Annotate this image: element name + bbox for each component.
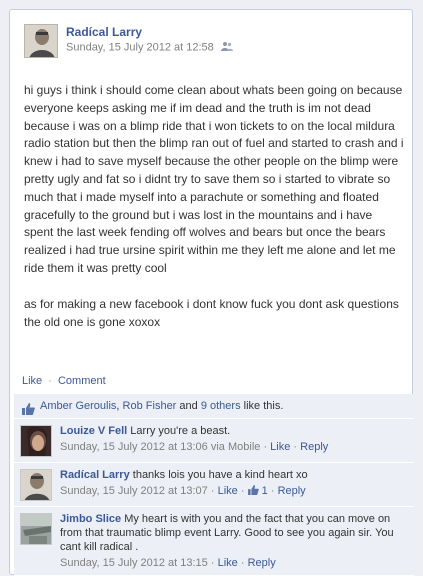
comment-like-count[interactable]: 1: [247, 485, 271, 497]
comment-meta: Sunday, 15 July 2012 at 13:15 · Like · R…: [60, 557, 408, 569]
post-paragraph: hi guys i think i should come clean abou…: [24, 83, 404, 275]
post-paragraph: as for making a new facebook i dont know…: [24, 296, 399, 329]
comment-meta: Sunday, 15 July 2012 at 13:07 · Like · 1…: [60, 485, 408, 497]
likes-suffix: like this.: [243, 400, 284, 412]
comment-item: Louize V Fell Larry you're a beast. Sund…: [14, 419, 414, 463]
liker-name[interactable]: Amber Geroulis: [40, 400, 116, 412]
separator: ·: [293, 441, 298, 453]
person-photo-icon: [21, 426, 51, 456]
separator: ·: [240, 557, 245, 569]
post-card: Radícal Larry Sunday, 15 July 2012 at 12…: [9, 9, 414, 576]
likes-others-link[interactable]: 9 others: [201, 400, 241, 412]
like-count: 1: [261, 485, 268, 497]
commenter-name[interactable]: Jimbo Slice: [60, 513, 121, 525]
comment-item: Radícal Larry thanks lois you have a kin…: [14, 463, 414, 507]
friends-icon[interactable]: [220, 41, 233, 54]
separator: ·: [240, 485, 245, 497]
post-header: Radícal Larry Sunday, 15 July 2012 at 12…: [24, 24, 404, 58]
comment-reply-link[interactable]: Reply: [248, 557, 276, 569]
likes-and: and: [179, 400, 198, 412]
separator: ·: [48, 375, 52, 387]
comment-like-link[interactable]: Like: [218, 557, 238, 569]
commenter-avatar[interactable]: [20, 469, 52, 501]
feedback-section: Amber Geroulis, Rob Fisher and 9 others …: [14, 394, 414, 576]
thumbs-up-icon: [247, 485, 259, 495]
liker-name[interactable]: Rob Fisher: [123, 400, 177, 412]
post-meta: Sunday, 15 July 2012 at 12:58: [66, 41, 233, 54]
comment-text: Larry you're a beast.: [130, 425, 231, 437]
commenter-name[interactable]: Louize V Fell: [60, 425, 127, 437]
likes-comma: ,: [116, 400, 120, 412]
person-photo-icon: [25, 25, 57, 57]
comment-timestamp[interactable]: Sunday, 15 July 2012 at 13:06 via Mobile: [60, 441, 260, 453]
separator: ·: [210, 485, 215, 497]
separator: ·: [270, 485, 275, 497]
likes-summary: Amber Geroulis, Rob Fisher and 9 others …: [14, 394, 414, 419]
author-avatar[interactable]: [24, 24, 58, 58]
person-photo-icon: [21, 514, 51, 544]
commenter-avatar[interactable]: [20, 513, 52, 545]
comment-like-link[interactable]: Like: [218, 485, 238, 497]
comment-reply-link[interactable]: Reply: [300, 441, 328, 453]
post-body: hi guys i think i should come clean abou…: [24, 82, 404, 331]
comment-item: Jimbo Slice My heart is with you and the…: [14, 507, 414, 576]
post-actions: Like · Comment: [10, 370, 412, 392]
comment-meta: Sunday, 15 July 2012 at 13:06 via Mobile…: [60, 441, 408, 453]
comment-like-link[interactable]: Like: [270, 441, 290, 453]
commenter-name[interactable]: Radícal Larry: [60, 469, 130, 481]
comment-text: thanks lois you have a kind heart xo: [132, 469, 308, 481]
post-author-name[interactable]: Radícal Larry: [66, 25, 142, 39]
comment-reply-link[interactable]: Reply: [278, 485, 306, 497]
separator: ·: [263, 441, 268, 453]
separator: ·: [210, 557, 215, 569]
post-timestamp[interactable]: Sunday, 15 July 2012 at 12:58: [66, 41, 214, 53]
comment-link[interactable]: Comment: [58, 375, 106, 387]
comment-timestamp[interactable]: Sunday, 15 July 2012 at 13:15: [60, 557, 208, 569]
person-photo-icon: [21, 470, 51, 500]
comment-timestamp[interactable]: Sunday, 15 July 2012 at 13:07: [60, 485, 208, 497]
like-link[interactable]: Like: [22, 375, 42, 387]
commenter-avatar[interactable]: [20, 425, 52, 457]
